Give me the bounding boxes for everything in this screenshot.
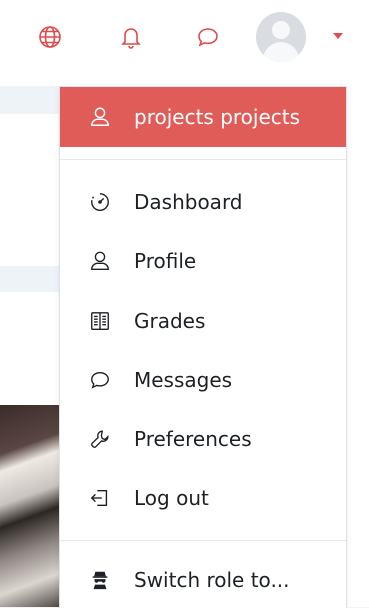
wrench-icon — [89, 428, 111, 450]
menu-item-label: Preferences — [134, 427, 252, 451]
globe-icon[interactable] — [36, 23, 64, 51]
menu-item-dashboard[interactable]: Dashboard — [60, 180, 346, 224]
grades-book-icon — [89, 310, 111, 332]
menu-item-label: Profile — [134, 249, 197, 273]
menu-item-label: Grades — [134, 309, 206, 333]
user-menu-header[interactable]: projects projects — [60, 87, 346, 147]
course-image — [0, 405, 60, 607]
divider — [60, 159, 346, 160]
divider — [60, 540, 346, 541]
user-icon — [89, 106, 111, 128]
bell-icon[interactable] — [117, 23, 145, 51]
dashboard-gauge-icon — [89, 191, 111, 213]
menu-item-label: Dashboard — [134, 190, 243, 214]
user-menu-dropdown: projects projects Dashboard Profile Grad… — [59, 86, 347, 608]
menu-item-grades[interactable]: Grades — [60, 299, 346, 343]
user-avatar[interactable] — [256, 12, 306, 62]
menu-item-switch-role[interactable]: Switch role to... — [60, 558, 346, 602]
menu-item-logout[interactable]: Log out — [60, 476, 346, 520]
chat-bubble-icon[interactable] — [194, 23, 222, 51]
user-icon — [89, 250, 111, 272]
user-secret-icon — [89, 569, 111, 591]
menu-item-messages[interactable]: Messages — [60, 358, 346, 402]
chat-bubble-icon — [89, 369, 111, 391]
menu-item-label: Log out — [134, 486, 209, 510]
logout-icon — [89, 487, 111, 509]
page-section-strip — [0, 266, 60, 292]
menu-item-profile[interactable]: Profile — [60, 239, 346, 283]
menu-item-label: Switch role to... — [134, 568, 290, 592]
avatar-body — [263, 42, 299, 62]
top-navbar — [0, 0, 369, 79]
user-name: projects projects — [134, 105, 301, 129]
avatar-head — [272, 21, 290, 39]
menu-item-preferences[interactable]: Preferences — [60, 417, 346, 461]
caret-down-icon[interactable] — [333, 33, 343, 39]
page-header-strip — [0, 86, 60, 114]
menu-item-label: Messages — [134, 368, 233, 392]
